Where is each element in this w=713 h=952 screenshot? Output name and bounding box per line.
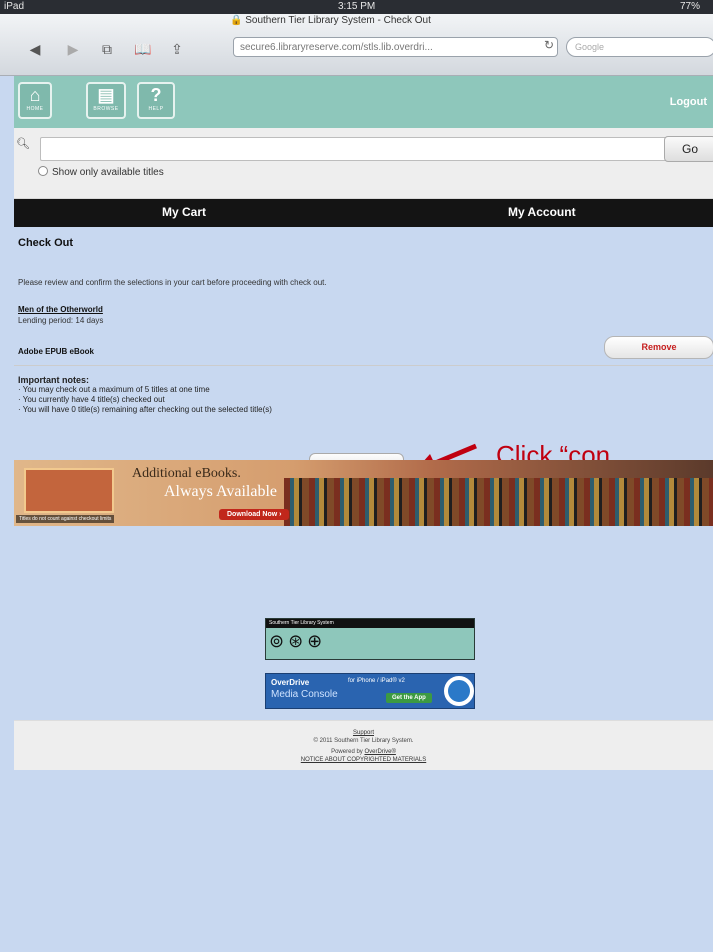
note-item: · You will have 0 title(s) remaining aft… [18,405,272,414]
url-field[interactable]: secure6.libraryreserve.com/stls.lib.over… [233,37,558,57]
note-item: · You may check out a maximum of 5 title… [18,385,210,394]
browse-button[interactable]: ▤ BROWSE [86,82,126,119]
overdrive-circle-icon [444,676,474,706]
banner-line-1: Additional eBooks. [132,466,241,481]
checkbox-icon[interactable] [38,166,48,176]
banner-note: Titles do not count against checkout lim… [16,515,115,523]
copyright: © 2011 Southern Tier Library System. [313,738,414,744]
lending-period: Lending period: 14 days [18,316,104,325]
note-item: · You currently have 4 title(s) checked … [18,395,165,404]
site-footer: Support © 2011 Southern Tier Library Sys… [14,720,713,770]
left-border [0,0,14,952]
copyright-notice-link[interactable]: NOTICE ABOUT COPYRIGHTED MATERIALS [14,756,713,764]
clock: 3:15 PM [338,1,376,12]
book-covers-image [24,468,114,513]
powered-by: Powered by OverDrive® [331,749,396,755]
checkout-instructions: Please review and confirm the selections… [18,278,327,287]
download-now-button[interactable]: Download Now › [219,509,290,520]
logout-link[interactable]: Logout [670,96,707,108]
important-notes: Important notes: · You may check out a m… [18,375,272,415]
checkout-heading: Check Out [18,237,74,249]
library-icons: ⊚⊛⊕ [269,631,327,651]
go-button[interactable]: Go [664,136,713,162]
tab-my-account[interactable]: My Account [508,205,576,219]
remove-button[interactable]: Remove [604,336,713,359]
notes-heading: Important notes: [18,375,89,385]
reload-icon[interactable]: ↻ [544,38,554,52]
cart-item-row: Adobe EPUB eBook Remove [14,330,713,366]
bookshelf-image [284,478,713,526]
stls-logo[interactable]: Southern Tier Library System ⊚⊛⊕ [265,618,475,660]
tab-bar: My Cart My Account [14,199,713,227]
banner-line-2: Always Available [164,483,278,500]
home-button[interactable]: ⌂ HOME [18,82,52,119]
item-format: Adobe EPUB eBook [18,347,95,356]
item-title-link[interactable]: Men of the Otherworld [18,305,103,314]
search-icon: 🔍︎ [16,138,30,150]
tab-my-cart[interactable]: My Cart [162,205,206,219]
overdrive-app-ad[interactable]: OverDrive Media Console for iPhone / iPa… [265,673,475,709]
bookmarks-icon[interactable]: 📖 [132,41,154,57]
share-icon[interactable]: ⇪ [166,41,188,57]
browser-toolbar: 🔒 Southern Tier Library System - Check O… [0,14,713,76]
site-search-input[interactable] [40,137,670,161]
device-label: iPad [4,1,25,12]
battery-level: 77% [680,1,701,12]
browser-search-field[interactable]: Google [566,37,713,57]
available-only-toggle[interactable]: Show only available titles [38,166,164,178]
ios-status-bar: iPad 3:15 PM 77% [0,0,713,14]
help-icon: ? [150,85,162,105]
forward-arrow-icon[interactable]: ▶ [62,41,84,57]
back-arrow-icon[interactable]: ◀ [24,41,46,57]
support-link[interactable]: Support [14,729,713,737]
page-title: 🔒 Southern Tier Library System - Check O… [230,15,431,26]
site-header: ⌂ HOME ▤ BROWSE ? HELP Logout [14,76,713,128]
pages-icon[interactable]: ⧉ [96,41,118,57]
book-icon: ▤ [97,85,115,105]
search-bar: 🔍︎ Go Show only available titles [14,128,713,199]
get-app-button[interactable]: Get the App [386,693,432,703]
promo-banner[interactable]: Additional eBooks. Always Available Down… [14,460,713,526]
home-icon: ⌂ [29,85,41,105]
help-button[interactable]: ? HELP [137,82,175,119]
overdrive-link[interactable]: OverDrive® [364,749,395,755]
